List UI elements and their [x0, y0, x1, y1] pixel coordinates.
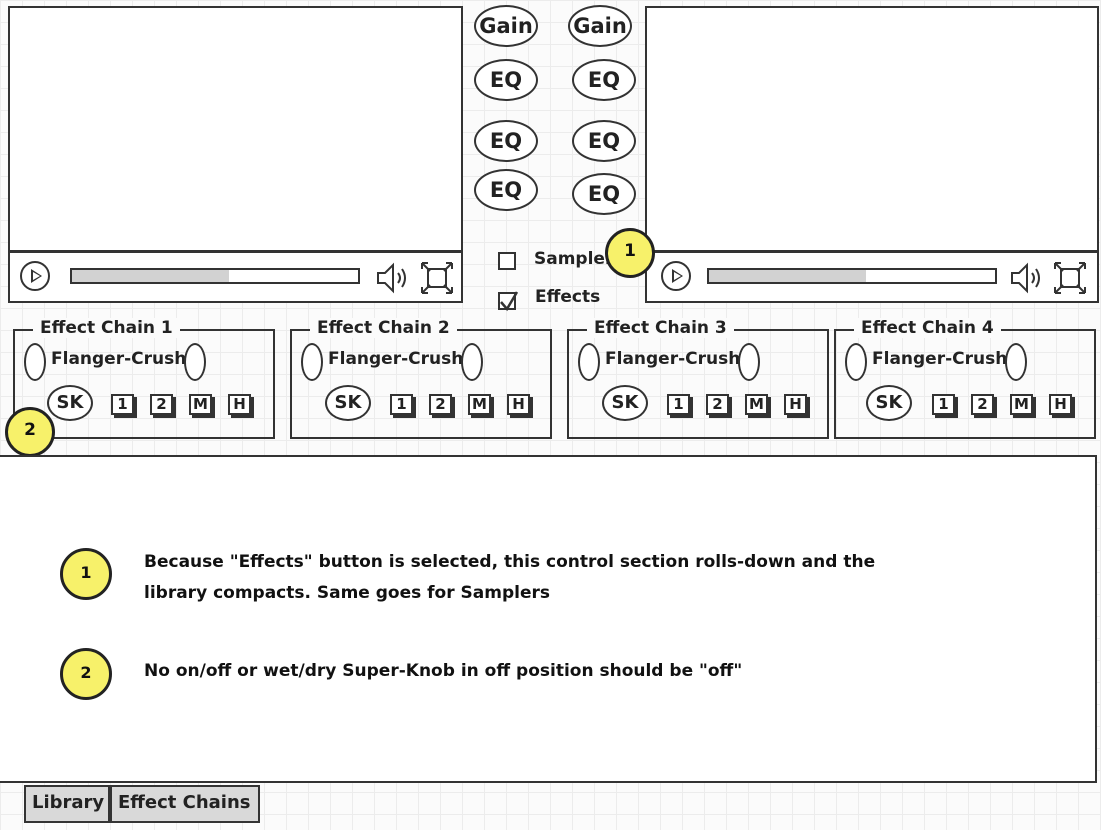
preset-next-arrow[interactable]	[184, 343, 206, 381]
preset-name: Flanger-Crush	[51, 349, 185, 369]
preset-prev-arrow[interactable]	[578, 343, 600, 381]
note-1-marker: 1	[60, 548, 112, 600]
effect-button-m[interactable]: M	[189, 394, 212, 415]
effect-button-h[interactable]: H	[507, 394, 530, 415]
deck-2-eq-low-knob[interactable]: EQ	[572, 173, 636, 215]
effect-chain-title: Effect Chain 2	[310, 318, 457, 338]
super-knob[interactable]: SK	[602, 385, 648, 421]
effect-button-1[interactable]: 1	[932, 394, 955, 415]
effect-button-2[interactable]: 2	[971, 394, 994, 415]
deck-2-gain-knob[interactable]: Gain	[568, 5, 632, 47]
effect-button-2[interactable]: 2	[706, 394, 729, 415]
callout-marker-2: 2	[5, 407, 55, 457]
effect-button-m[interactable]: M	[468, 394, 491, 415]
super-knob[interactable]: SK	[866, 385, 912, 421]
deck-2-transport-bar	[645, 251, 1099, 303]
preset-name: Flanger-Crush	[605, 349, 739, 369]
preset-prev-arrow[interactable]	[24, 343, 46, 381]
samplers-checkbox[interactable]	[498, 252, 516, 270]
preset-name: Flanger-Crush	[872, 349, 1006, 369]
effect-button-h[interactable]: H	[1049, 394, 1072, 415]
effect-button-1[interactable]: 1	[390, 394, 413, 415]
effect-chain-3: Effect Chain 3 Flanger-Crush SK 1 2 M H	[567, 318, 829, 439]
effect-button-1[interactable]: 1	[111, 394, 134, 415]
deck-1-progress-fill	[72, 270, 230, 282]
preset-prev-arrow[interactable]	[845, 343, 867, 381]
deck-2-play-button[interactable]	[661, 261, 691, 291]
effect-button-1[interactable]: 1	[667, 394, 690, 415]
volume-icon[interactable]	[375, 261, 415, 295]
deck-1-eq-high-knob[interactable]: EQ	[474, 59, 538, 101]
preset-next-arrow[interactable]	[738, 343, 760, 381]
deck-1-transport-bar	[8, 251, 463, 303]
super-knob[interactable]: SK	[325, 385, 371, 421]
play-icon	[31, 269, 42, 283]
effect-button-m[interactable]: M	[745, 394, 768, 415]
play-icon	[672, 269, 683, 283]
notes-panel	[0, 455, 1097, 783]
effect-button-h[interactable]: H	[784, 394, 807, 415]
deck-2-video-screen	[645, 6, 1099, 252]
super-knob[interactable]: SK	[47, 385, 93, 421]
tab-library[interactable]: Library	[24, 785, 110, 823]
deck-1-eq-mid-knob[interactable]: EQ	[474, 120, 538, 162]
preset-next-arrow[interactable]	[1005, 343, 1027, 381]
deck-1-play-button[interactable]	[20, 261, 50, 291]
effect-button-2[interactable]: 2	[150, 394, 173, 415]
effect-button-m[interactable]: M	[1010, 394, 1033, 415]
effect-chain-title: Effect Chain 1	[33, 318, 180, 338]
deck-1-eq-low-knob[interactable]: EQ	[474, 169, 538, 211]
deck-2-eq-mid-knob[interactable]: EQ	[572, 120, 636, 162]
tab-effect-chains[interactable]: Effect Chains	[110, 785, 260, 823]
deck-2-progress-fill	[709, 270, 867, 282]
volume-icon[interactable]	[1009, 261, 1049, 295]
preset-name: Flanger-Crush	[328, 349, 462, 369]
deck-1-progress-bar[interactable]	[70, 268, 360, 284]
preset-next-arrow[interactable]	[461, 343, 483, 381]
note-2-text: No on/off or wet/dry Super-Knob in off p…	[144, 661, 743, 681]
fullscreen-icon[interactable]	[420, 261, 454, 295]
preset-prev-arrow[interactable]	[301, 343, 323, 381]
deck-1-gain-knob[interactable]: Gain	[474, 5, 538, 47]
effects-checkbox[interactable]	[498, 291, 519, 312]
deck-2-progress-bar[interactable]	[707, 268, 997, 284]
effect-button-2[interactable]: 2	[429, 394, 452, 415]
callout-marker-1: 1	[605, 228, 655, 278]
note-2-marker: 2	[60, 648, 112, 700]
note-1-text: Because "Effects" button is selected, th…	[144, 552, 876, 603]
effect-chain-2: Effect Chain 2 Flanger-Crush SK 1 2 M H	[290, 318, 552, 439]
fullscreen-icon[interactable]	[1053, 261, 1087, 295]
effects-label: Effects	[535, 287, 601, 307]
checkmark-icon	[500, 291, 519, 312]
deck-2-eq-high-knob[interactable]: EQ	[572, 59, 636, 101]
effect-chain-title: Effect Chain 3	[587, 318, 734, 338]
deck-1-video-screen	[8, 6, 463, 252]
effect-button-h[interactable]: H	[228, 394, 251, 415]
effect-chain-4: Effect Chain 4 Flanger-Crush SK 1 2 M H	[834, 318, 1096, 439]
effect-chain-title: Effect Chain 4	[854, 318, 1001, 338]
